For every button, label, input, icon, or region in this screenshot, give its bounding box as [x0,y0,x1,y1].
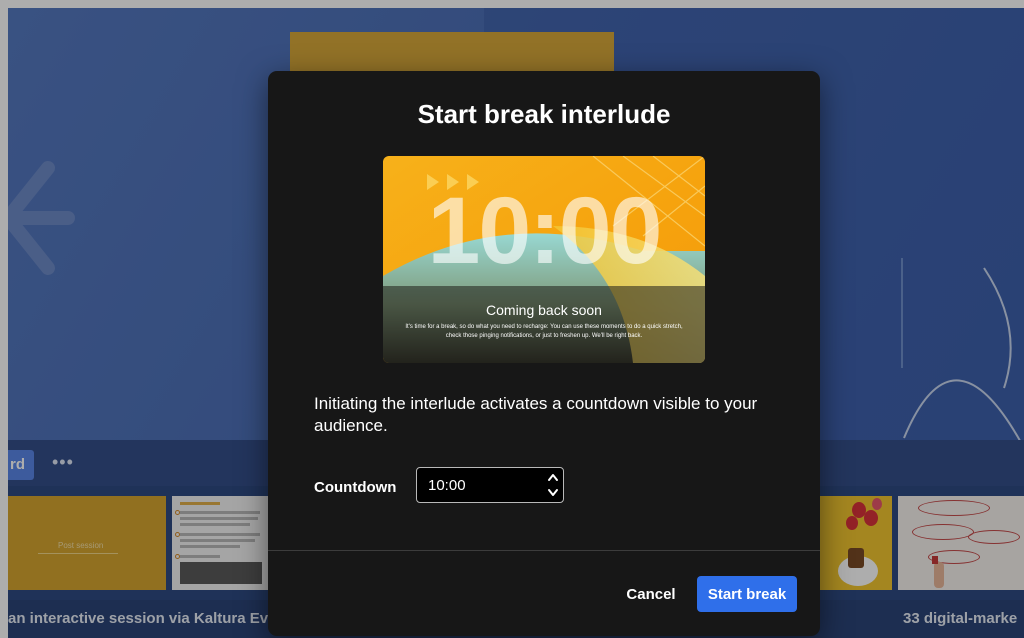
preview-body: It's time for a break, so do what you ne… [405,324,683,339]
countdown-label: Countdown [314,479,397,496]
start-break-dialog: Start break interlude 10:00 Coming back … [268,71,820,636]
dialog-divider [268,550,820,551]
start-break-button[interactable]: Start break [697,576,797,612]
dialog-title: Start break interlude [417,99,671,129]
preview-countdown-text: 10:00 [427,178,663,284]
countdown-input[interactable] [416,467,564,503]
dialog-description: Initiating the interlude activates a cou… [314,394,758,435]
countdown-stepper-icon[interactable] [546,469,560,501]
cancel-button[interactable]: Cancel [616,576,686,612]
interlude-preview: 10:00 Coming back soon It's time for a b… [383,156,705,363]
preview-heading: Coming back soon [486,302,602,318]
